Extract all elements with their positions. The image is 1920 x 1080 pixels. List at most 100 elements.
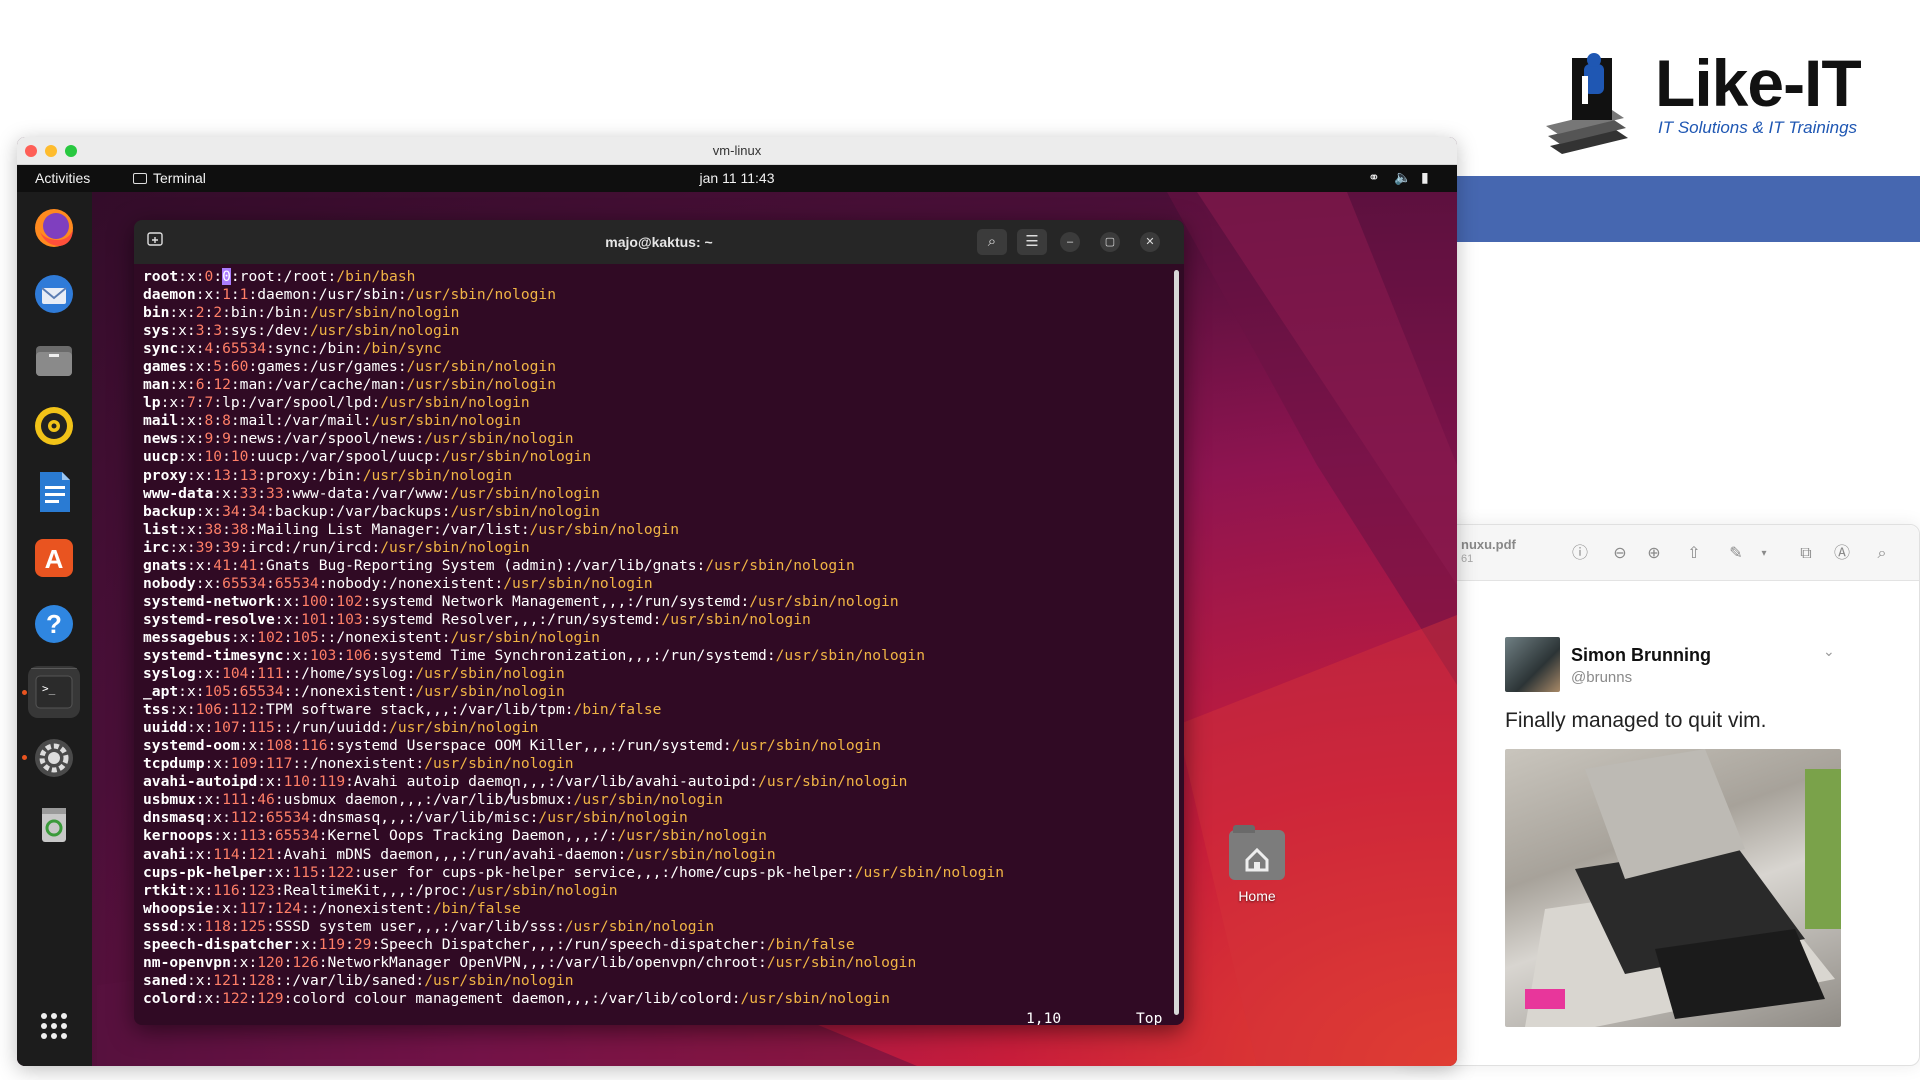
passwd-username: tcpdump [143, 755, 205, 773]
terminal-line: uuidd:x:107:115::/run/uuidd:/usr/sbin/no… [143, 719, 1163, 737]
passwd-username: nm-openvpn [143, 953, 231, 971]
trash-icon[interactable] [28, 798, 80, 850]
passwd-uid: 112 [230, 809, 258, 827]
rhythmbox-icon[interactable] [28, 400, 80, 452]
firefox-icon[interactable] [28, 202, 80, 254]
chevron-down-icon[interactable]: ⌄ [1823, 643, 1835, 660]
passwd-separator: : [318, 863, 328, 881]
thunderbird-icon[interactable] [28, 268, 80, 320]
zoom-out-icon[interactable]: ⊖ [1609, 543, 1631, 565]
passwd-gecos-home: :systemd Resolver,,,:/run/systemd: [362, 610, 662, 628]
passwd-separator: : [230, 556, 240, 574]
volume-icon[interactable]: 🔈 [1394, 169, 1411, 186]
search-button[interactable]: ⌕ [977, 229, 1007, 255]
passwd-gecos-home: :Speech Dispatcher,,,:/run/speech-dispat… [371, 935, 767, 953]
passwd-uid: 122 [222, 989, 249, 1007]
minimize-button[interactable]: – [1060, 232, 1080, 252]
clock[interactable]: jan 11 11:43 [17, 170, 1457, 186]
terminal-line: proxy:x:13:13:proxy:/bin:/usr/sbin/nolog… [143, 467, 1163, 485]
passwd-username: tss [143, 701, 170, 719]
passwd-separator: :x: [178, 268, 205, 285]
zoom-in-icon[interactable]: ⊕ [1643, 543, 1665, 565]
passwd-separator: : [257, 755, 267, 773]
passwd-shell: /usr/sbin/nologin [538, 809, 688, 827]
passwd-uid: 13 [213, 466, 231, 484]
passwd-gid: 39 [222, 538, 240, 556]
passwd-gid: 65534 [266, 809, 310, 827]
passwd-separator: :x: [160, 394, 187, 412]
passwd-separator: : [327, 610, 337, 628]
battery-icon[interactable]: ▮ [1421, 169, 1429, 186]
passwd-uid: 120 [257, 953, 284, 971]
passwd-uid: 110 [283, 773, 310, 791]
app-grid-icon[interactable] [28, 1000, 80, 1052]
tweet-author-handle: @brunns [1571, 669, 1633, 686]
passwd-separator: : [257, 484, 267, 502]
menu-button[interactable]: ☰ [1017, 229, 1047, 255]
passwd-uid: 100 [301, 592, 328, 610]
app-center-icon[interactable]: A [28, 532, 80, 584]
passwd-separator: :x: [239, 737, 267, 755]
passwd-separator: : [327, 592, 337, 610]
passwd-gid: 3 [213, 322, 223, 340]
passwd-separator: : [204, 322, 214, 340]
terminal-icon[interactable]: >_ [28, 666, 80, 718]
passwd-shell: /usr/sbin/nologin [424, 755, 574, 773]
passwd-shell: /usr/sbin/nologin [415, 683, 565, 701]
rotate-icon[interactable]: ⧉ [1795, 543, 1817, 565]
info-icon[interactable]: ⓘ [1569, 543, 1591, 565]
passwd-uid: 111 [222, 791, 249, 809]
terminal-line: saned:x:121:128::/var/lib/saned:/usr/sbi… [143, 972, 1163, 990]
terminal-scrollbar[interactable] [1174, 270, 1179, 1015]
passwd-uid: 41 [213, 556, 231, 574]
terminal-line: systemd-resolve:x:101:103:systemd Resolv… [143, 611, 1163, 629]
passwd-separator: :x: [178, 520, 205, 538]
passwd-separator: : [309, 773, 319, 791]
passwd-shell: /bin/sync [362, 340, 442, 358]
share-icon[interactable]: ⇧ [1683, 543, 1705, 565]
passwd-gid: 125 [239, 917, 267, 935]
markup-icon[interactable]: Ⓐ [1831, 543, 1853, 565]
files-icon[interactable] [28, 334, 80, 386]
passwd-separator: :x: [178, 448, 205, 466]
passwd-username: backup [143, 502, 196, 520]
pen-icon[interactable]: ✎ [1725, 543, 1747, 565]
passwd-username: syslog [143, 665, 196, 683]
passwd-username: proxy [143, 466, 187, 484]
maximize-button[interactable]: ▢ [1100, 232, 1120, 252]
terminal-content[interactable]: root:x:0:0:root:/root:/bin/bash daemon:x:… [143, 268, 1163, 1008]
vm-window[interactable]: vm-linux Activities Terminal jan 11 11:4… [17, 137, 1457, 1066]
passwd-shell: /usr/sbin/nologin [415, 665, 565, 683]
passwd-gecos-home: :uucp:/var/spool/uucp: [248, 448, 442, 466]
desktop-home-folder[interactable]: Home [1222, 825, 1292, 904]
help-icon[interactable]: ? [28, 598, 80, 650]
libreoffice-writer-icon[interactable] [28, 466, 80, 518]
ubuntu-desktop: Activities Terminal jan 11 11:43 ⚭ 🔈 ▮ A… [17, 165, 1457, 1066]
network-icon[interactable]: ⚭ [1368, 169, 1380, 186]
terminal-line: uucp:x:10:10:uucp:/var/spool/uucp:/usr/s… [143, 448, 1163, 466]
terminal-line: news:x:9:9:news:/var/spool/news:/usr/sbi… [143, 430, 1163, 448]
passwd-shell: /usr/sbin/nologin [406, 376, 556, 394]
passwd-separator: : [222, 701, 231, 719]
passwd-username: systemd-timesync [143, 646, 284, 664]
passwd-separator: : [230, 286, 240, 304]
close-button[interactable]: ✕ [1140, 232, 1160, 252]
passwd-shell: /bin/false [766, 935, 855, 953]
terminal-window[interactable]: majo@kaktus: ~ ⌕ ☰ – ▢ ✕ root:x:0:0:root… [134, 220, 1184, 1025]
passwd-shell: /usr/sbin/nologin [450, 502, 600, 520]
passwd-username: mail [143, 412, 179, 430]
passwd-gid: 116 [301, 737, 328, 755]
passwd-gid: 9 [222, 430, 231, 448]
gnome-top-bar: Activities Terminal jan 11 11:43 ⚭ 🔈 ▮ [17, 165, 1457, 192]
passwd-shell: /usr/sbin/nologin [424, 971, 574, 989]
settings-icon[interactable] [28, 732, 80, 784]
vm-titlebar[interactable]: vm-linux [17, 137, 1457, 165]
chevron-down-icon[interactable]: ▾ [1753, 543, 1775, 565]
search-icon[interactable]: ⌕ [1871, 543, 1893, 565]
passwd-uid: 104 [222, 665, 249, 683]
passwd-gid: 41 [239, 556, 258, 574]
passwd-separator: :x: [204, 755, 231, 773]
passwd-separator: :x: [186, 845, 214, 863]
passwd-username: whoopsie [143, 899, 214, 917]
pdf-viewer-window[interactable]: nuxu.pdf 61 ⓘ ⊖ ⊕ ⇧ ✎ ▾ ⧉ Ⓐ ⌕ Simon Brun… [1400, 524, 1920, 1066]
